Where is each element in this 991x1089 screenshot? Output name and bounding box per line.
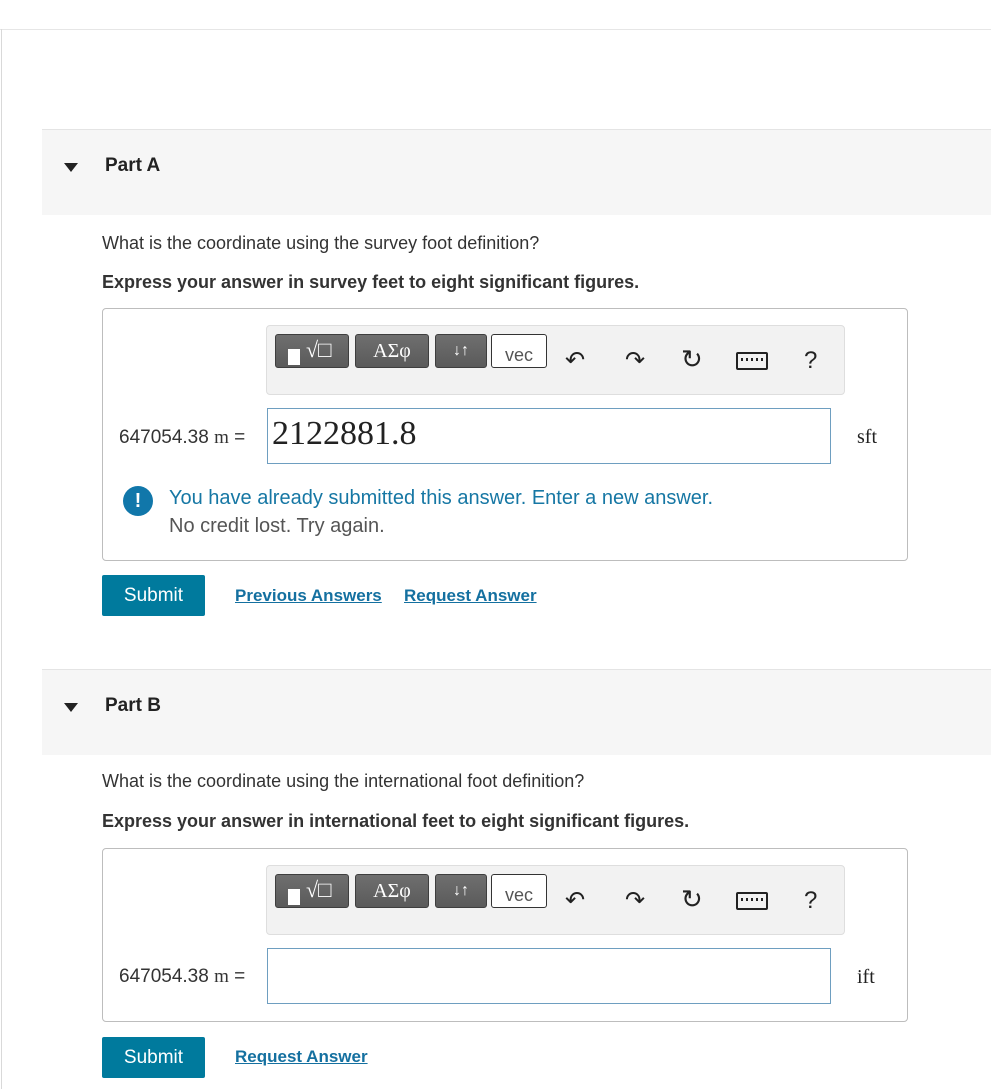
part-b-title: Part B (105, 695, 161, 716)
part-b-answer-box: √□ ΑΣφ ↓↑ vec ↶ ↷ ↻ ? 647054.38 m = ift (102, 848, 908, 1022)
undo-icon[interactable]: ↶ (565, 348, 585, 374)
part-a-question: What is the coordinate using the survey … (102, 233, 540, 253)
collapse-caret-icon[interactable] (64, 703, 78, 712)
greek-symbols-button[interactable]: ΑΣφ (355, 874, 429, 908)
part-a-header[interactable]: Part A (42, 129, 991, 215)
part-b-instruction: Express your answer in international fee… (102, 811, 690, 831)
feedback-submessage: No credit lost. Try again. (169, 515, 385, 537)
vector-button[interactable]: vec (491, 874, 547, 908)
left-divider (1, 29, 2, 1089)
arrows-button[interactable]: ↓↑ (435, 334, 487, 368)
vector-button[interactable]: vec (491, 334, 547, 368)
template-icon (288, 349, 300, 365)
answer-unit: ift (857, 966, 875, 988)
previous-answers-link[interactable]: Previous Answers (235, 586, 382, 606)
greek-symbols-button[interactable]: ΑΣφ (355, 334, 429, 368)
math-toolbar: √□ ΑΣφ ↓↑ vec ↶ ↷ ↻ ? (266, 865, 845, 935)
redo-icon[interactable]: ↷ (625, 348, 645, 374)
undo-icon[interactable]: ↶ (565, 888, 585, 914)
feedback-message: You have already submitted this answer. … (169, 487, 714, 509)
part-a-instruction: Express your answer in survey feet to ei… (102, 272, 640, 292)
answer-input[interactable] (267, 948, 831, 1004)
templates-button[interactable]: √□ (275, 334, 349, 368)
arrows-button[interactable]: ↓↑ (435, 874, 487, 908)
answer-label: 647054.38 m = (119, 966, 246, 987)
template-icon (288, 889, 300, 905)
part-a-request-answer-link[interactable]: Request Answer (404, 586, 537, 606)
templates-button[interactable]: √□ (275, 874, 349, 908)
part-b-header[interactable]: Part B (42, 669, 991, 755)
answer-input[interactable]: 2122881.8 (267, 408, 831, 464)
part-b-question: What is the coordinate using the interna… (102, 771, 585, 791)
help-icon[interactable]: ? (804, 888, 817, 914)
reset-icon[interactable]: ↻ (681, 886, 703, 912)
redo-icon[interactable]: ↷ (625, 888, 645, 914)
top-divider (0, 29, 991, 30)
keyboard-icon[interactable] (736, 892, 768, 910)
part-b-request-answer-link[interactable]: Request Answer (235, 1047, 368, 1067)
part-a-title: Part A (105, 155, 161, 176)
part-a-submit-button[interactable]: Submit (102, 575, 205, 616)
collapse-caret-icon[interactable] (64, 163, 78, 172)
answer-label: 647054.38 m = (119, 427, 246, 448)
answer-unit: sft (857, 426, 877, 448)
keyboard-icon[interactable] (736, 352, 768, 370)
reset-icon[interactable]: ↻ (681, 346, 703, 372)
math-toolbar: √□ ΑΣφ ↓↑ vec ↶ ↷ ↻ ? (266, 325, 845, 395)
alert-icon: ! (123, 486, 153, 516)
part-b-submit-button[interactable]: Submit (102, 1037, 205, 1078)
part-a-answer-box: √□ ΑΣφ ↓↑ vec ↶ ↷ ↻ ? 647054.38 m = 2122… (102, 308, 908, 561)
help-icon[interactable]: ? (804, 348, 817, 374)
